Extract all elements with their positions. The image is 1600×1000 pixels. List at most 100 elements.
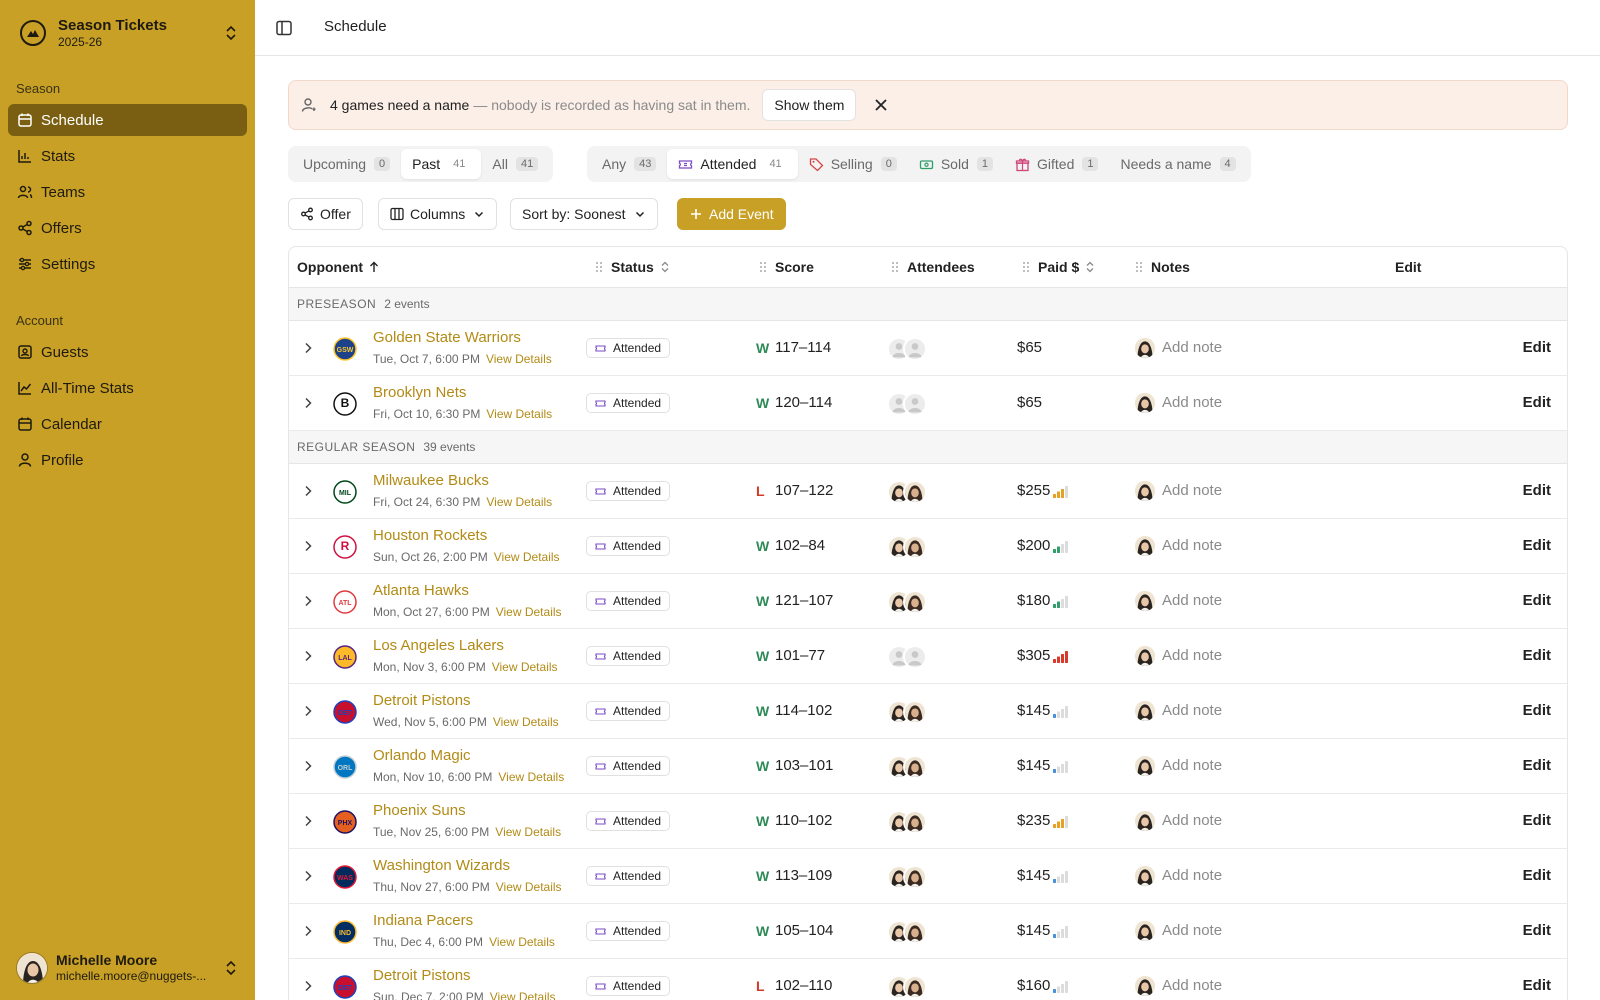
toggle-sidebar-icon[interactable]: [275, 19, 293, 37]
edit-button[interactable]: Edit: [1523, 592, 1551, 609]
chevron-right-icon[interactable]: [301, 484, 315, 498]
view-details-link[interactable]: View Details: [495, 825, 561, 839]
edit-button[interactable]: Edit: [1523, 867, 1551, 884]
chevron-right-icon[interactable]: [301, 924, 315, 938]
drag-handle-icon[interactable]: [891, 261, 899, 273]
add-note-button[interactable]: Add note: [1162, 482, 1222, 499]
edit-button[interactable]: Edit: [1523, 394, 1551, 411]
opponent-name-link[interactable]: Houston Rockets: [373, 527, 487, 544]
drag-handle-icon[interactable]: [759, 261, 767, 273]
columns-button[interactable]: Columns: [378, 198, 498, 230]
attendees-avatars[interactable]: [887, 535, 931, 559]
opponent-name-link[interactable]: Detroit Pistons: [373, 692, 471, 709]
add-note-button[interactable]: Add note: [1162, 977, 1222, 994]
add-note-button[interactable]: Add note: [1162, 702, 1222, 719]
sidebar-item-profile[interactable]: Profile: [8, 444, 247, 476]
opponent-name-link[interactable]: Orlando Magic: [373, 747, 471, 764]
view-details-link[interactable]: View Details: [490, 990, 556, 1000]
chevron-right-icon[interactable]: [301, 869, 315, 883]
opponent-name-link[interactable]: Detroit Pistons: [373, 967, 471, 984]
add-note-button[interactable]: Add note: [1162, 394, 1222, 411]
user-menu[interactable]: Michelle Moore michelle.moore@nuggets-..…: [16, 950, 244, 986]
edit-button[interactable]: Edit: [1523, 482, 1551, 499]
chevron-right-icon[interactable]: [301, 814, 315, 828]
add-note-button[interactable]: Add note: [1162, 867, 1222, 884]
drag-handle-icon[interactable]: [1135, 261, 1143, 273]
chevron-right-icon[interactable]: [301, 341, 315, 355]
chevron-right-icon[interactable]: [301, 396, 315, 410]
view-details-link[interactable]: View Details: [498, 770, 564, 784]
view-details-link[interactable]: View Details: [489, 935, 555, 949]
sidebar-item-calendar[interactable]: Calendar: [8, 408, 247, 440]
tab-sold[interactable]: Sold 1: [908, 149, 1004, 179]
tab-attended[interactable]: Attended 41: [667, 149, 798, 179]
tab-any[interactable]: Any 43: [591, 149, 667, 179]
opponent-name-link[interactable]: Washington Wizards: [373, 857, 510, 874]
attendees-avatars[interactable]: [887, 920, 931, 944]
edit-button[interactable]: Edit: [1523, 339, 1551, 356]
opponent-name-link[interactable]: Golden State Warriors: [373, 329, 521, 346]
chevron-right-icon[interactable]: [301, 594, 315, 608]
chevron-right-icon[interactable]: [301, 759, 315, 773]
attendees-avatars[interactable]: [887, 700, 931, 724]
attendees-avatars[interactable]: [887, 480, 931, 504]
edit-button[interactable]: Edit: [1523, 647, 1551, 664]
add-note-button[interactable]: Add note: [1162, 339, 1222, 356]
add-note-button[interactable]: Add note: [1162, 922, 1222, 939]
attendees-avatars[interactable]: [887, 392, 931, 416]
tab-all[interactable]: All 41: [481, 149, 549, 179]
sort-dropdown[interactable]: Sort by: Soonest: [510, 198, 658, 230]
opponent-name-link[interactable]: Milwaukee Bucks: [373, 472, 489, 489]
column-header-notes[interactable]: Notes: [1135, 259, 1190, 275]
edit-button[interactable]: Edit: [1523, 537, 1551, 554]
sidebar-item-stats[interactable]: Stats: [8, 140, 247, 172]
column-header-status[interactable]: Status: [595, 259, 670, 275]
add-note-button[interactable]: Add note: [1162, 757, 1222, 774]
attendees-avatars[interactable]: [887, 755, 931, 779]
edit-button[interactable]: Edit: [1523, 757, 1551, 774]
tab-past[interactable]: Past 41: [401, 149, 482, 179]
tab-selling[interactable]: Selling 0: [798, 149, 908, 179]
view-details-link[interactable]: View Details: [496, 605, 562, 619]
view-details-link[interactable]: View Details: [486, 407, 552, 421]
opponent-name-link[interactable]: Indiana Pacers: [373, 912, 473, 929]
edit-button[interactable]: Edit: [1523, 977, 1551, 994]
chevron-right-icon[interactable]: [301, 649, 315, 663]
attendees-avatars[interactable]: [887, 865, 931, 889]
opponent-name-link[interactable]: Atlanta Hawks: [373, 582, 469, 599]
attendees-avatars[interactable]: [887, 337, 931, 361]
opponent-name-link[interactable]: Phoenix Suns: [373, 802, 466, 819]
edit-button[interactable]: Edit: [1523, 702, 1551, 719]
opponent-name-link[interactable]: Brooklyn Nets: [373, 384, 466, 401]
tab-needs-a-name[interactable]: Needs a name 4: [1109, 149, 1246, 179]
add-note-button[interactable]: Add note: [1162, 537, 1222, 554]
drag-handle-icon[interactable]: [595, 261, 603, 273]
view-details-link[interactable]: View Details: [494, 550, 560, 564]
add-note-button[interactable]: Add note: [1162, 812, 1222, 829]
tab-gifted[interactable]: Gifted 1: [1004, 149, 1109, 179]
chevron-right-icon[interactable]: [301, 539, 315, 553]
close-icon[interactable]: [874, 98, 888, 112]
drag-handle-icon[interactable]: [1022, 261, 1030, 273]
sidebar-item-schedule[interactable]: Schedule: [8, 104, 247, 136]
edit-button[interactable]: Edit: [1523, 812, 1551, 829]
column-header-score[interactable]: Score: [759, 259, 814, 275]
sidebar-item-offers[interactable]: Offers: [8, 212, 247, 244]
tab-upcoming[interactable]: Upcoming 0: [292, 149, 401, 179]
add-note-button[interactable]: Add note: [1162, 647, 1222, 664]
view-details-link[interactable]: View Details: [496, 880, 562, 894]
offer-button[interactable]: Offer: [288, 198, 363, 230]
sidebar-item-teams[interactable]: Teams: [8, 176, 247, 208]
view-details-link[interactable]: View Details: [486, 495, 552, 509]
attendees-avatars[interactable]: [887, 645, 931, 669]
chevron-right-icon[interactable]: [301, 979, 315, 993]
attendees-avatars[interactable]: [887, 810, 931, 834]
chevron-right-icon[interactable]: [301, 704, 315, 718]
edit-button[interactable]: Edit: [1523, 922, 1551, 939]
view-details-link[interactable]: View Details: [486, 352, 552, 366]
column-header-paid[interactable]: Paid $: [1022, 259, 1095, 275]
column-header-opponent[interactable]: Opponent: [297, 259, 379, 275]
season-switcher[interactable]: Season Tickets 2025-26: [16, 14, 244, 52]
attendees-avatars[interactable]: [887, 590, 931, 614]
view-details-link[interactable]: View Details: [492, 660, 558, 674]
